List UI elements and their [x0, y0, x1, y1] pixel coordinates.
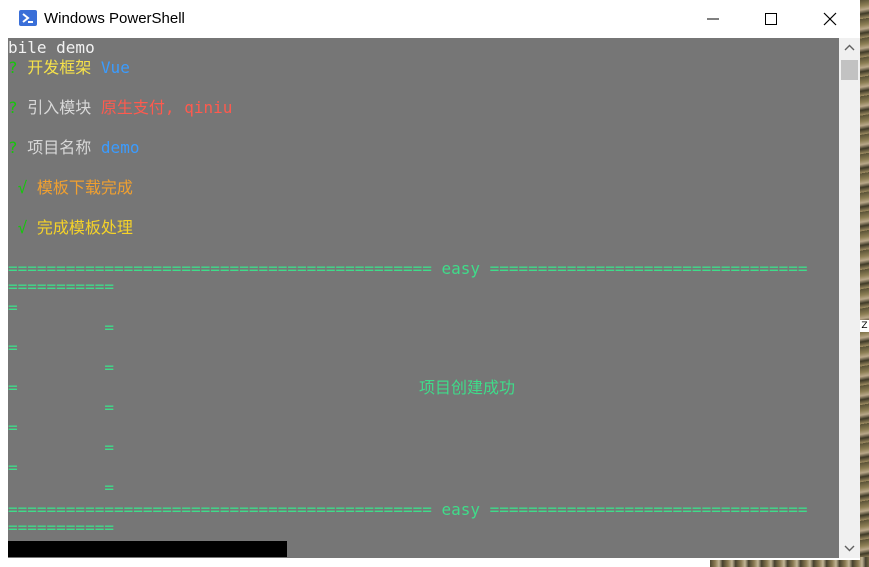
banner-edge: = — [8, 318, 114, 337]
status-download: √ 模板下载完成 — [8, 178, 133, 198]
desktop-icon: Z — [860, 320, 869, 332]
banner-edge: = — [8, 358, 114, 377]
success-message: 项目创建成功 — [419, 378, 516, 397]
minimize-button[interactable] — [684, 0, 742, 38]
prompt-project-name: ? 项目名称 demo — [8, 138, 139, 158]
question-mark: ? — [8, 58, 18, 77]
check-icon: √ — [8, 178, 37, 197]
chevron-up-icon — [844, 44, 855, 51]
scroll-down-button[interactable] — [839, 538, 860, 558]
prompt-value: demo — [100, 138, 140, 157]
prompt-value: Vue — [100, 58, 130, 77]
status-text: 完成模板处理 — [36, 218, 133, 237]
prompt-label: 开发框架 — [17, 58, 101, 77]
maximize-icon — [765, 13, 777, 25]
banner-bottom: ========================================… — [8, 500, 808, 519]
minimize-icon — [707, 18, 719, 20]
banner-edge: = — [8, 398, 114, 417]
banner-edge: = — [8, 338, 18, 357]
console-line: bile demo — [8, 38, 95, 57]
powershell-icon[interactable] — [19, 10, 37, 26]
console-output[interactable]: bile demo ? 开发框架 Vue ? 引入模块 原生支付, qiniu … — [8, 38, 839, 558]
banner-edge: = — [8, 298, 18, 317]
banner-top: ========================================… — [8, 259, 808, 278]
check-icon: √ — [8, 218, 37, 237]
chevron-down-icon — [844, 545, 855, 552]
window-title: Windows PowerShell — [44, 10, 185, 27]
banner-bottom-wrap: =========== — [8, 518, 114, 537]
scroll-thumb[interactable] — [841, 60, 858, 80]
prompt-framework: ? 开发框架 Vue — [8, 58, 130, 78]
prompt-value: 原生支付, qiniu — [100, 98, 233, 117]
title-bar[interactable]: Windows PowerShell — [0, 0, 860, 38]
desktop-background — [860, 0, 869, 567]
close-icon — [823, 12, 837, 26]
banner-edge: = — [8, 478, 114, 497]
prompt-label: 项目名称 — [17, 138, 101, 157]
powershell-window: Windows PowerShell bile demo ? 开发框架 Vue … — [0, 0, 860, 560]
banner-edge: = — [8, 418, 18, 437]
prompt-modules: ? 引入模块 原生支付, qiniu — [8, 98, 232, 118]
banner-edge: = — [8, 438, 114, 457]
banner-top-wrap: =========== — [8, 277, 114, 296]
scroll-up-button[interactable] — [839, 38, 860, 58]
prompt-label: 引入模块 — [17, 98, 101, 117]
banner-edge: = — [8, 458, 18, 477]
status-text: 模板下载完成 — [36, 178, 133, 197]
banner-edge: = — [8, 378, 18, 397]
close-button[interactable] — [801, 0, 859, 38]
question-mark: ? — [8, 98, 18, 117]
redacted-prompt — [8, 541, 287, 557]
question-mark: ? — [8, 138, 18, 157]
vertical-scrollbar[interactable] — [839, 38, 860, 558]
maximize-button[interactable] — [742, 0, 800, 38]
status-process: √ 完成模板处理 — [8, 218, 133, 238]
